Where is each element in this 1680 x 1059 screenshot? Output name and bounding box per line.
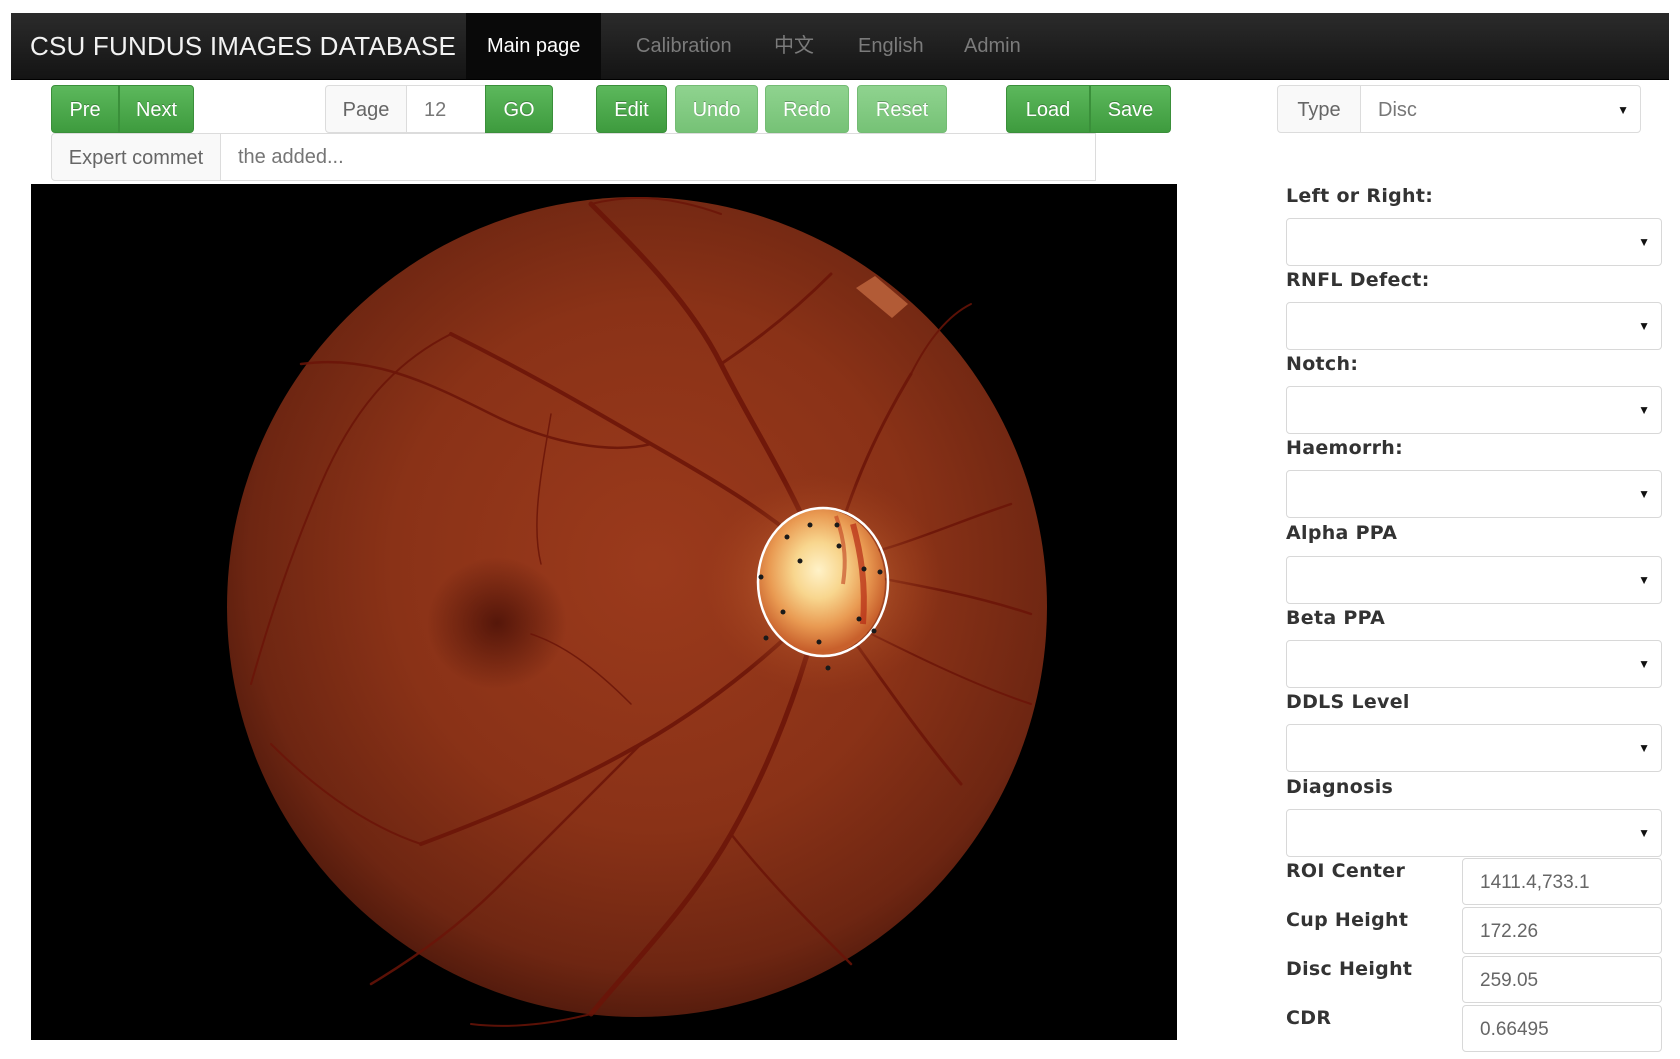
chevron-down-icon: ▼ [1617, 103, 1629, 117]
beta-ppa-label: Beta PPA [1286, 607, 1386, 629]
type-select[interactable]: Disc ▼ [1360, 85, 1641, 133]
diagnosis-label: Diagnosis [1286, 776, 1394, 798]
nav-calibration[interactable]: Calibration [615, 13, 753, 79]
disc-height-field[interactable]: 259.05 [1462, 956, 1662, 1003]
cdr-label: CDR [1286, 1007, 1332, 1029]
next-button[interactable]: Next [119, 85, 194, 133]
cup-height-field[interactable]: 172.26 [1462, 907, 1662, 954]
notch-label: Notch: [1286, 353, 1359, 375]
haemorrh-label: Haemorrh: [1286, 437, 1404, 459]
ddls-level-select[interactable]: ▼ [1286, 724, 1662, 772]
chevron-down-icon: ▼ [1638, 573, 1650, 587]
disc-height-label: Disc Height [1286, 958, 1413, 980]
macula [427, 557, 567, 689]
rnfl-defect-select[interactable]: ▼ [1286, 302, 1662, 350]
left-or-right-label: Left or Right: [1286, 185, 1434, 207]
undo-button[interactable]: Undo [675, 85, 758, 133]
chevron-down-icon: ▼ [1638, 657, 1650, 671]
page-label: Page [325, 85, 407, 133]
cup-height-label: Cup Height [1286, 909, 1409, 931]
page-number-input[interactable]: 12 [406, 85, 486, 133]
type-select-value: Disc [1378, 99, 1417, 121]
chevron-down-icon: ▼ [1638, 403, 1650, 417]
beta-ppa-select[interactable]: ▼ [1286, 640, 1662, 688]
ddls-level-label: DDLS Level [1286, 691, 1410, 713]
chevron-down-icon: ▼ [1638, 826, 1650, 840]
chevron-down-icon: ▼ [1638, 235, 1650, 249]
top-navbar: CSU FUNDUS IMAGES DATABASE Main page Cal… [11, 13, 1669, 80]
expert-comment-label: Expert commet [51, 133, 221, 181]
haemorrh-select[interactable]: ▼ [1286, 470, 1662, 518]
roi-center-label: ROI Center [1286, 860, 1406, 882]
fundus-image-canvas[interactable] [31, 184, 1177, 1040]
redo-button[interactable]: Redo [765, 85, 849, 133]
cdr-field[interactable]: 0.66495 [1462, 1005, 1662, 1052]
nav-admin[interactable]: Admin [943, 13, 1042, 79]
expert-comment-input[interactable] [220, 133, 1096, 181]
chevron-down-icon: ▼ [1638, 741, 1650, 755]
app-brand[interactable]: CSU FUNDUS IMAGES DATABASE [30, 13, 456, 79]
go-button[interactable]: GO [485, 85, 553, 133]
reset-button[interactable]: Reset [857, 85, 947, 133]
save-button[interactable]: Save [1090, 85, 1171, 133]
nav-english[interactable]: English [837, 13, 945, 79]
chevron-down-icon: ▼ [1638, 487, 1650, 501]
chevron-down-icon: ▼ [1638, 319, 1650, 333]
nav-chinese[interactable]: 中文 [753, 13, 835, 79]
type-label: Type [1277, 85, 1361, 133]
alpha-ppa-label: Alpha PPA [1286, 522, 1398, 544]
roi-center-field[interactable]: 1411.4,733.1 [1462, 858, 1662, 905]
nav-main-page[interactable]: Main page [466, 13, 602, 79]
diagnosis-select[interactable]: ▼ [1286, 809, 1662, 857]
pre-button[interactable]: Pre [51, 85, 119, 133]
left-or-right-select[interactable]: ▼ [1286, 218, 1662, 266]
notch-select[interactable]: ▼ [1286, 386, 1662, 434]
load-button[interactable]: Load [1006, 85, 1090, 133]
fundus-image [227, 197, 1047, 1027]
alpha-ppa-select[interactable]: ▼ [1286, 556, 1662, 604]
rnfl-defect-label: RNFL Defect: [1286, 269, 1430, 291]
edit-button[interactable]: Edit [596, 85, 667, 133]
